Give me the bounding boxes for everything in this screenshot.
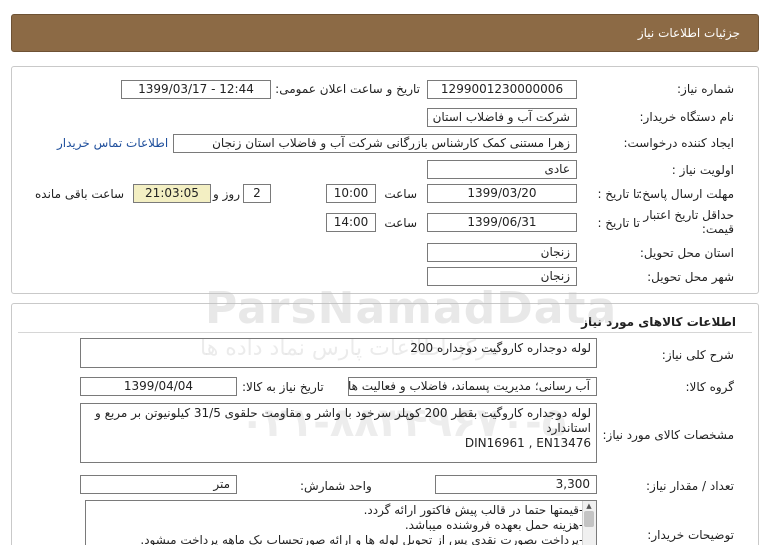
notes-line-1: 1-قیمتها حتما در قالب پیش فاکتور ارائه گ… bbox=[363, 503, 591, 517]
page-title: جزئیات اطلاعات نیاز bbox=[637, 26, 740, 40]
days-remaining-field: 2 bbox=[243, 184, 271, 203]
validity-label: حداقل تاریخ اعتبار قیمت: bbox=[634, 208, 734, 236]
priority-field: عادی bbox=[427, 160, 577, 179]
validity-time-label: ساعت bbox=[384, 216, 417, 230]
time-remaining-label: ساعت باقی مانده bbox=[35, 187, 125, 201]
deadline-time-field: 10:00 bbox=[326, 184, 376, 203]
spec-field: لوله دوجداره کاروگیت بقطر 200 کوپلر سرخو… bbox=[80, 403, 597, 463]
summary-field: لوله دوجداره کاروگیت دوجداره 200 bbox=[80, 338, 597, 368]
need-date-label: تاریخ نیاز به کالا: bbox=[242, 380, 324, 394]
summary-label: شرح کلی نیاز: bbox=[661, 348, 734, 362]
validity-time-field: 14:00 bbox=[326, 213, 376, 232]
city-label: شهر محل تحویل: bbox=[647, 270, 734, 284]
deadline-label: مهلت ارسال پاسخ: bbox=[638, 187, 734, 201]
need-number-label: شماره نیاز: bbox=[677, 82, 734, 96]
buyer-label: نام دستگاه خریدار: bbox=[639, 110, 735, 124]
announce-datetime-field: 1399/03/17 - 12:44 bbox=[121, 80, 271, 99]
spec-line-1: لوله دوجداره کاروگیت بقطر 200 کوپلر سرخو… bbox=[94, 406, 591, 435]
qty-field: 3,300 bbox=[435, 475, 597, 494]
priority-label: اولویت نیاز : bbox=[671, 163, 734, 177]
notes-scrollbar[interactable]: ▲ bbox=[582, 501, 596, 545]
notes-textarea[interactable]: 1-قیمتها حتما در قالب پیش فاکتور ارائه گ… bbox=[85, 500, 597, 545]
requester-label: ایجاد کننده درخواست: bbox=[623, 136, 734, 150]
goods-group-label: گروه کالا: bbox=[685, 380, 735, 394]
validity-to-label: تا تاریخ : bbox=[597, 216, 640, 230]
deadline-time-label: ساعت bbox=[384, 187, 417, 201]
time-remaining-field: 21:03:05 bbox=[133, 184, 211, 203]
unit-label: واحد شمارش: bbox=[300, 479, 372, 493]
need-number-field: 1299001230000006 bbox=[427, 80, 577, 99]
notes-line-2: 2-هزینه حمل بعهده فروشنده میباشد. bbox=[404, 518, 591, 532]
requester-field: زهرا مستنی کمک کارشناس بازرگانی شرکت آب … bbox=[173, 134, 577, 153]
unit-field: متر bbox=[80, 475, 237, 494]
need-date-field: 1399/04/04 bbox=[80, 377, 237, 396]
buyer-contact-link[interactable]: اطلاعات تماس خریدار bbox=[57, 136, 168, 150]
scroll-up-icon[interactable]: ▲ bbox=[583, 501, 595, 511]
watermark-brand: ParsNamadData bbox=[205, 283, 618, 334]
buyer-field: شرکت آب و فاضلاب استان زنجان bbox=[427, 108, 577, 127]
qty-label: تعداد / مقدار نیاز: bbox=[646, 479, 734, 493]
notes-line-3: 3-پرداخت بصورت نقدی پس از تحویل لوله ها … bbox=[140, 533, 591, 545]
deadline-date-field: 1399/03/20 bbox=[427, 184, 577, 203]
deadline-to-label: تا تاریخ : bbox=[597, 187, 640, 201]
goods-group-field: آب رسانی؛ مدیریت پسماند، فاضلاب و فعالیت… bbox=[348, 377, 597, 396]
scroll-thumb[interactable] bbox=[584, 511, 594, 527]
validity-label-text: حداقل تاریخ اعتبار قیمت: bbox=[643, 208, 734, 236]
province-label: استان محل تحویل: bbox=[639, 246, 734, 260]
validity-date-field: 1399/06/31 bbox=[427, 213, 577, 232]
spec-label: مشخصات کالای مورد نیاز: bbox=[602, 428, 734, 442]
announce-datetime-label: تاریخ و ساعت اعلان عمومی: bbox=[275, 82, 420, 96]
province-field: زنجان bbox=[427, 243, 577, 262]
spec-line-2: DIN16961 , EN13476 bbox=[464, 436, 591, 450]
notes-label: توضیحات خریدار: bbox=[647, 528, 734, 542]
summary-text: لوله دوجداره کاروگیت دوجداره 200 bbox=[410, 341, 591, 355]
page-header: جزئیات اطلاعات نیاز bbox=[11, 14, 759, 52]
days-label: روز و bbox=[213, 187, 240, 201]
